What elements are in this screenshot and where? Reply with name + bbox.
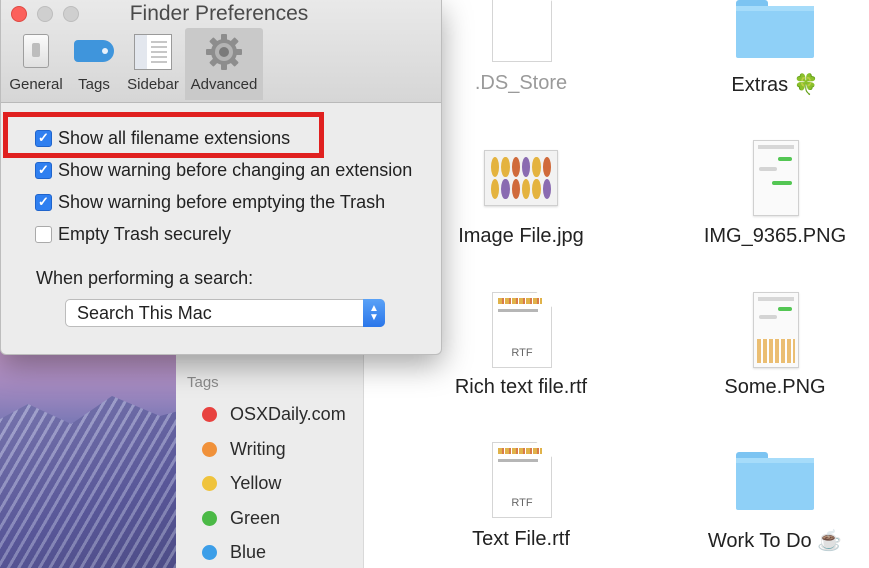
- tag-label: Writing: [230, 438, 286, 459]
- search-scope-select[interactable]: Search This Mac ▲ ▼: [65, 299, 385, 327]
- checkbox-unchecked[interactable]: [35, 225, 52, 243]
- sidebar-heading-tags: Tags: [187, 374, 219, 391]
- file-name: Rich text file.rtf: [454, 376, 588, 398]
- file-name: Text File.rtf: [472, 528, 570, 550]
- folder-extras[interactable]: Extras 🍀: [675, 0, 869, 100]
- tag-label: Green: [230, 507, 281, 528]
- finder-preferences-window: Finder Preferences General Tags Sidebar: [0, 0, 442, 355]
- folder-icon: [736, 0, 814, 58]
- image-thumbnail-icon: [484, 150, 558, 206]
- window-titlebar: Finder Preferences General Tags Sidebar: [1, 0, 441, 103]
- tab-label: General: [9, 76, 63, 93]
- option-empty-trash-securely[interactable]: Empty Trash securely: [35, 222, 231, 246]
- rtf-badge: RTF: [511, 497, 533, 509]
- select-stepper-icon: ▲ ▼: [363, 299, 385, 327]
- screenshot-thumbnail-icon: [753, 292, 799, 368]
- screenshot-thumbnail-icon: [753, 140, 799, 216]
- file-name: Image File.jpg: [458, 225, 584, 247]
- file-text-rtf[interactable]: RTF Text File.rtf: [421, 440, 621, 555]
- gear-icon: [206, 34, 242, 70]
- file-name: .DS_Store: [474, 72, 568, 94]
- tab-label: Advanced: [190, 76, 258, 93]
- checkbox-checked[interactable]: ✓: [35, 193, 52, 211]
- tag-color-dot: [202, 475, 217, 491]
- file-name: Some.PNG: [724, 376, 826, 398]
- select-value: Search This Mac: [77, 302, 212, 323]
- file-img-9365[interactable]: IMG_9365.PNG: [675, 140, 869, 250]
- file-name: Extras 🍀: [731, 74, 819, 96]
- option-label: Empty Trash securely: [58, 223, 232, 244]
- sidebar-tag-osxdaily[interactable]: OSXDaily.com: [202, 402, 346, 426]
- option-warn-empty-trash[interactable]: ✓ Show warning before emptying the Trash: [35, 190, 385, 214]
- folder-work-to-do[interactable]: Work To Do ☕: [675, 440, 869, 555]
- file-ds-store[interactable]: .DS_Store: [421, 0, 621, 100]
- rtf-document-icon: RTF: [492, 442, 552, 518]
- highlight-annotation-box: [3, 112, 324, 158]
- tab-tags[interactable]: Tags: [64, 28, 124, 100]
- desktop-wallpaper: [0, 340, 180, 568]
- option-label: Show warning before emptying the Trash: [58, 191, 386, 212]
- search-scope-label: When performing a search:: [36, 268, 254, 288]
- checkbox-checked[interactable]: ✓: [35, 161, 52, 179]
- tab-label: Tags: [78, 76, 110, 93]
- tag-icon: [74, 40, 114, 62]
- folder-icon: [736, 452, 814, 510]
- tag-color-dot: [202, 441, 217, 457]
- file-some-png[interactable]: Some.PNG: [675, 290, 869, 400]
- file-name: IMG_9365.PNG: [703, 225, 847, 247]
- option-warn-extension-change[interactable]: ✓ Show warning before changing an extens…: [35, 158, 412, 182]
- file-name: Work To Do ☕: [707, 530, 843, 552]
- tag-label: OSXDaily.com: [230, 403, 346, 424]
- tab-sidebar[interactable]: Sidebar: [123, 28, 183, 100]
- tag-label: Blue: [230, 541, 267, 562]
- tag-label: Yellow: [230, 472, 282, 493]
- tab-advanced[interactable]: Advanced: [185, 28, 263, 100]
- tag-color-dot: [202, 406, 217, 422]
- option-label: Show warning before changing an extensio…: [58, 159, 413, 180]
- sidebar-tag-writing[interactable]: Writing: [202, 437, 286, 461]
- sidebar-tag-blue[interactable]: Blue: [202, 540, 266, 564]
- window-title: Finder Preferences: [129, 2, 309, 25]
- tag-color-dot: [202, 544, 217, 560]
- file-image-jpg[interactable]: Image File.jpg: [421, 140, 621, 250]
- sidebar-tag-green[interactable]: Green: [202, 506, 280, 530]
- rtf-badge: RTF: [511, 347, 533, 359]
- finder-sidebar: Tags OSXDaily.com Writing Yellow Green B…: [176, 340, 364, 568]
- tab-general[interactable]: General: [6, 28, 66, 100]
- general-icon: [23, 34, 49, 68]
- tag-color-dot: [202, 510, 217, 526]
- rtf-document-icon: RTF: [492, 292, 552, 368]
- file-rich-text-rtf[interactable]: RTF Rich text file.rtf: [421, 290, 621, 400]
- sidebar-icon: [134, 34, 172, 70]
- tab-label: Sidebar: [127, 76, 179, 93]
- sidebar-tag-yellow[interactable]: Yellow: [202, 471, 281, 495]
- document-icon: [492, 0, 552, 62]
